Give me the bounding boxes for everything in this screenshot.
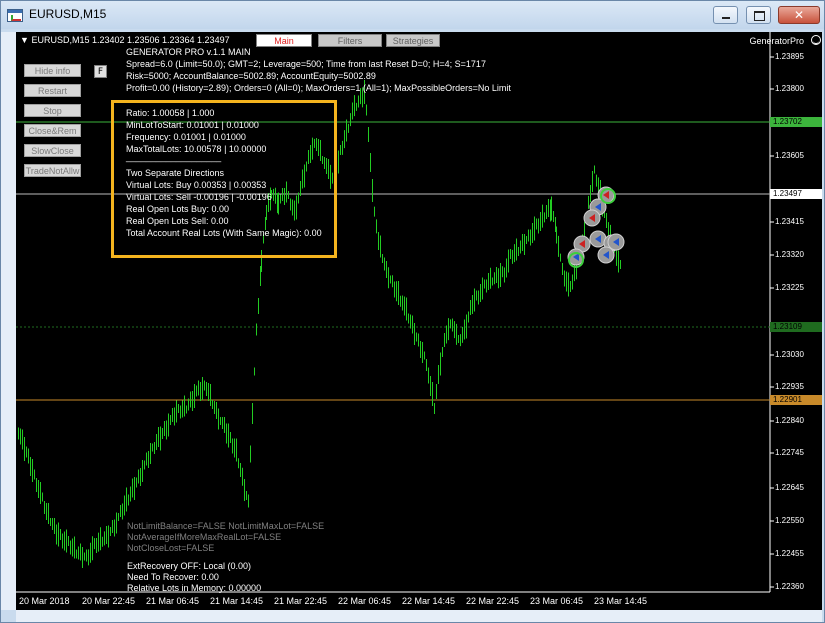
price-tick: 1.23895	[775, 52, 804, 61]
time-tick: 20 Mar 22:45	[82, 596, 136, 606]
price-tick: 1.22840	[775, 416, 804, 425]
trade-not-allowed-button[interactable]: TradeNotAllw	[24, 164, 81, 177]
box-line-real-sell: Real Open Lots Sell: 0.00	[126, 216, 229, 226]
tab-main[interactable]: Main	[256, 34, 312, 47]
price-tick: 1.22935	[775, 382, 804, 391]
close-rem-button[interactable]: Close&Rem	[24, 124, 81, 137]
time-tick: 22 Mar 06:45	[338, 596, 392, 606]
maximize-button[interactable]	[746, 6, 771, 24]
smiley-icon	[811, 35, 821, 45]
price-label-current: 1.23497	[770, 189, 822, 199]
minimize-icon	[722, 17, 730, 19]
box-line-min-lot: MinLotToStart: 0.01001 | 0.01000	[126, 120, 259, 130]
tab-strategies[interactable]: Strategies	[386, 34, 440, 47]
box-line-virtual-sell: Virtual Lots: Sell -0.00196 | -0.00196	[126, 192, 272, 202]
bottom-frame	[16, 610, 822, 622]
expert-name: GeneratorPro	[749, 36, 804, 46]
info-title: GENERATOR PRO v.1.1 MAIN	[126, 47, 251, 57]
price-label-green: 1.23702	[770, 117, 822, 127]
price-tick: 1.23800	[775, 84, 804, 93]
time-tick: 20 Mar 2018	[19, 596, 70, 606]
chart-window-icon	[7, 9, 23, 22]
left-frame	[1, 32, 17, 610]
box-line-frequency: Frequency: 0.01001 | 0.01000	[126, 132, 246, 142]
flag-line-average: NotAverageIfMoreMaxRealLot=FALSE	[127, 532, 282, 542]
info-line-spread: Spread=6.0 (Limit=50.0); GMT=2; Leverage…	[126, 59, 486, 69]
time-tick: 22 Mar 14:45	[402, 596, 456, 606]
price-tick: 1.22550	[775, 516, 804, 525]
slow-close-button[interactable]: SlowClose	[24, 144, 81, 157]
window-title: EURUSD,M15	[29, 7, 107, 21]
box-line-directions: Two Separate Directions	[126, 168, 225, 178]
price-chart[interactable]: ▼ EURUSD,M15 1.23402 1.23506 1.23364 1.2…	[16, 32, 822, 610]
tab-filters[interactable]: Filters	[318, 34, 382, 47]
box-line-total-lots: Total Account Real Lots (With Same Magic…	[126, 228, 322, 238]
chart-header: ▼ EURUSD,M15 1.23402 1.23506 1.23364 1.2…	[20, 35, 230, 46]
info-line-risk: Risk=5000; AccountBalance=5002.89; Accou…	[126, 71, 376, 81]
title-bar[interactable]: EURUSD,M15 ✕	[1, 1, 824, 29]
box-divider: ___________________	[126, 152, 222, 162]
dropdown-triangle-icon[interactable]: ▼	[20, 35, 29, 45]
flag-line-balance: NotLimitBalance=FALSE NotLimitMaxLot=FAL…	[127, 521, 325, 531]
price-label-orange: 1.22901	[770, 395, 822, 405]
time-tick: 22 Mar 22:45	[466, 596, 520, 606]
close-button[interactable]: ✕	[778, 6, 820, 24]
stop-button[interactable]: Stop	[24, 104, 81, 117]
recovery-line-need: Need To Recover: 0.00	[127, 572, 219, 582]
price-tick: 1.23225	[775, 283, 804, 292]
box-line-ratio: Ratio: 1.00058 | 1.000	[126, 108, 215, 118]
box-line-real-buy: Real Open Lots Buy: 0.00	[126, 204, 230, 214]
chart-window: EURUSD,M15 ✕ ▼ EURUSD,M15 1.23402 1.2350…	[0, 0, 825, 623]
price-tick: 1.23605	[775, 151, 804, 160]
restart-button[interactable]: Restart	[24, 84, 81, 97]
price-tick: 1.23415	[775, 217, 804, 226]
price-tick: 1.22645	[775, 483, 804, 492]
time-tick: 23 Mar 14:45	[594, 596, 648, 606]
price-label-dark-green: 1.23109	[770, 322, 822, 332]
minimize-button[interactable]	[713, 6, 738, 24]
hide-info-button[interactable]: Hide info	[24, 64, 81, 77]
time-tick: 21 Mar 22:45	[274, 596, 328, 606]
price-tick: 1.22745	[775, 448, 804, 457]
price-tick: 1.23030	[775, 350, 804, 359]
recovery-line-ext: ExtRecovery OFF: Local (0.00)	[127, 561, 252, 571]
symbol-quote: EURUSD,M15 1.23402 1.23506 1.23364 1.234…	[31, 35, 230, 45]
f-button[interactable]: F	[94, 65, 107, 78]
recovery-line-relative: Relative Lots in Memory: 0.00000	[127, 583, 262, 593]
box-line-virtual-buy: Virtual Lots: Buy 0.00353 | 0.00353	[126, 180, 267, 190]
flag-line-close-lost: NotCloseLost=FALSE	[127, 543, 215, 553]
time-tick: 23 Mar 06:45	[530, 596, 584, 606]
info-line-profit: Profit=0.00 (History=2.89); Orders=0 (Al…	[126, 83, 511, 93]
price-tick: 1.22360	[775, 582, 804, 591]
time-tick: 21 Mar 06:45	[146, 596, 200, 606]
price-tick: 1.23320	[775, 250, 804, 259]
time-tick: 21 Mar 14:45	[210, 596, 264, 606]
price-tick: 1.22455	[775, 549, 804, 558]
close-icon: ✕	[793, 8, 805, 22]
maximize-icon	[754, 11, 765, 21]
